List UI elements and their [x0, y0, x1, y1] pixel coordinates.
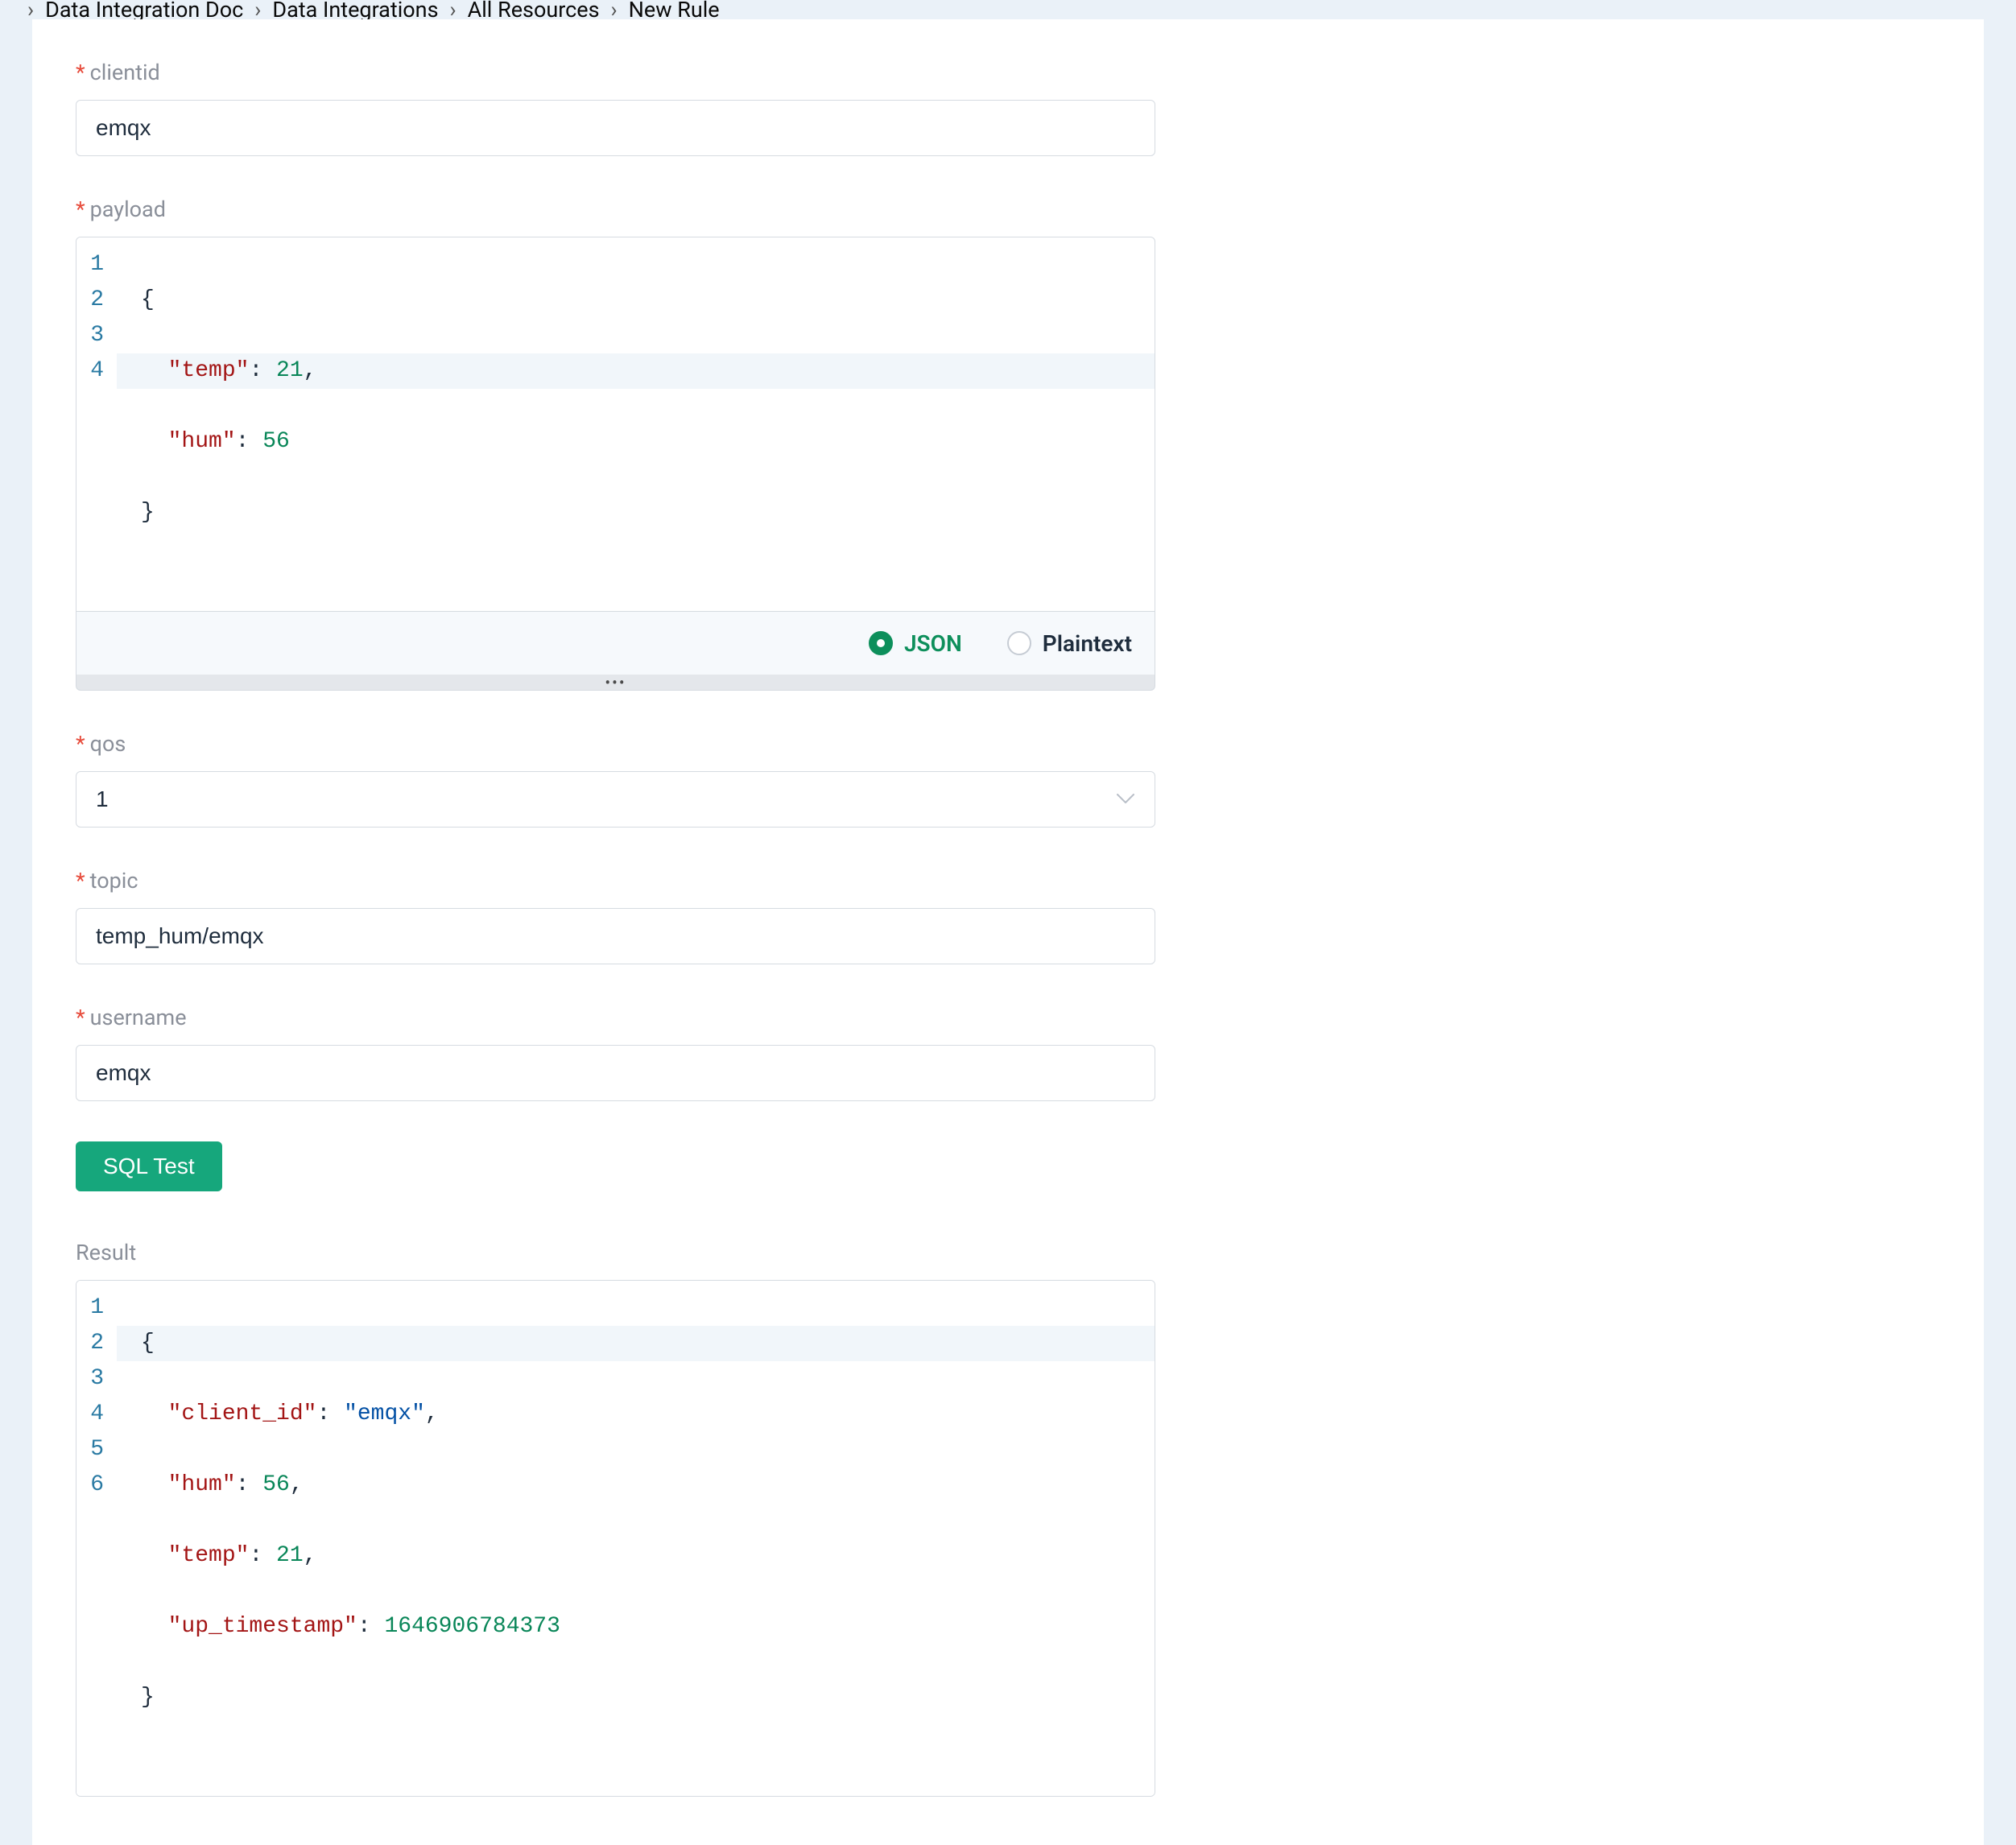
breadcrumb-separator: › [450, 0, 456, 19]
field-clientid: *clientid [76, 60, 1155, 156]
topic-label: *topic [76, 868, 1155, 894]
payload-format-bar: JSON Plaintext [76, 612, 1155, 675]
qos-select[interactable] [76, 771, 1155, 828]
radio-icon [1007, 631, 1031, 655]
username-label: *username [76, 1005, 1155, 1030]
result-label: Result [76, 1240, 1155, 1265]
topic-input[interactable] [76, 908, 1155, 964]
field-qos: *qos [76, 731, 1155, 828]
payload-gutter: 1 2 3 4 [76, 237, 117, 398]
breadcrumb-separator: › [611, 0, 618, 19]
actions-row: SQL Test [76, 1141, 1155, 1191]
qos-label: *qos [76, 731, 1155, 757]
field-payload: *payload 1 2 3 4 { "temp": 21, "hum": 56… [76, 196, 1155, 691]
breadcrumb-separator: › [27, 0, 34, 19]
payload-label: *payload [76, 196, 1155, 222]
breadcrumb-item[interactable]: Data Integrations [272, 0, 438, 19]
payload-resize-handle[interactable]: ••• [76, 675, 1155, 691]
result-editor[interactable]: 1 2 3 4 5 6 { "client_id": "emqx", "hum"… [76, 1280, 1155, 1797]
username-input[interactable] [76, 1045, 1155, 1101]
sql-test-button[interactable]: SQL Test [76, 1141, 222, 1191]
clientid-label: *clientid [76, 60, 1155, 85]
payload-editor[interactable]: 1 2 3 4 { "temp": 21, "hum": 56 } JSON [76, 237, 1155, 691]
radio-icon [869, 631, 893, 655]
drag-dots-icon: ••• [605, 673, 626, 692]
field-topic: *topic [76, 868, 1155, 964]
field-username: *username [76, 1005, 1155, 1101]
payload-code[interactable]: { "temp": 21, "hum": 56 } [117, 237, 1155, 611]
field-result: Result 1 2 3 4 5 6 { "client_id": "emqx"… [76, 1240, 1155, 1797]
breadcrumb-item[interactable]: New Rule [629, 0, 720, 19]
breadcrumb-item[interactable]: Data Integration Doc [45, 0, 243, 19]
payload-format-json[interactable]: JSON [869, 630, 962, 657]
breadcrumb-item[interactable]: All Resources [468, 0, 600, 19]
breadcrumb-separator: › [254, 0, 261, 19]
result-gutter: 1 2 3 4 5 6 [76, 1281, 117, 1796]
form-panel: *clientid *payload 1 2 3 4 [32, 19, 1984, 1845]
payload-format-plaintext[interactable]: Plaintext [1007, 630, 1132, 657]
breadcrumb: › Data Integration Doc › Data Integratio… [0, 0, 2016, 19]
clientid-input[interactable] [76, 100, 1155, 156]
result-code: { "client_id": "emqx", "hum": 56, "temp"… [117, 1281, 1155, 1796]
